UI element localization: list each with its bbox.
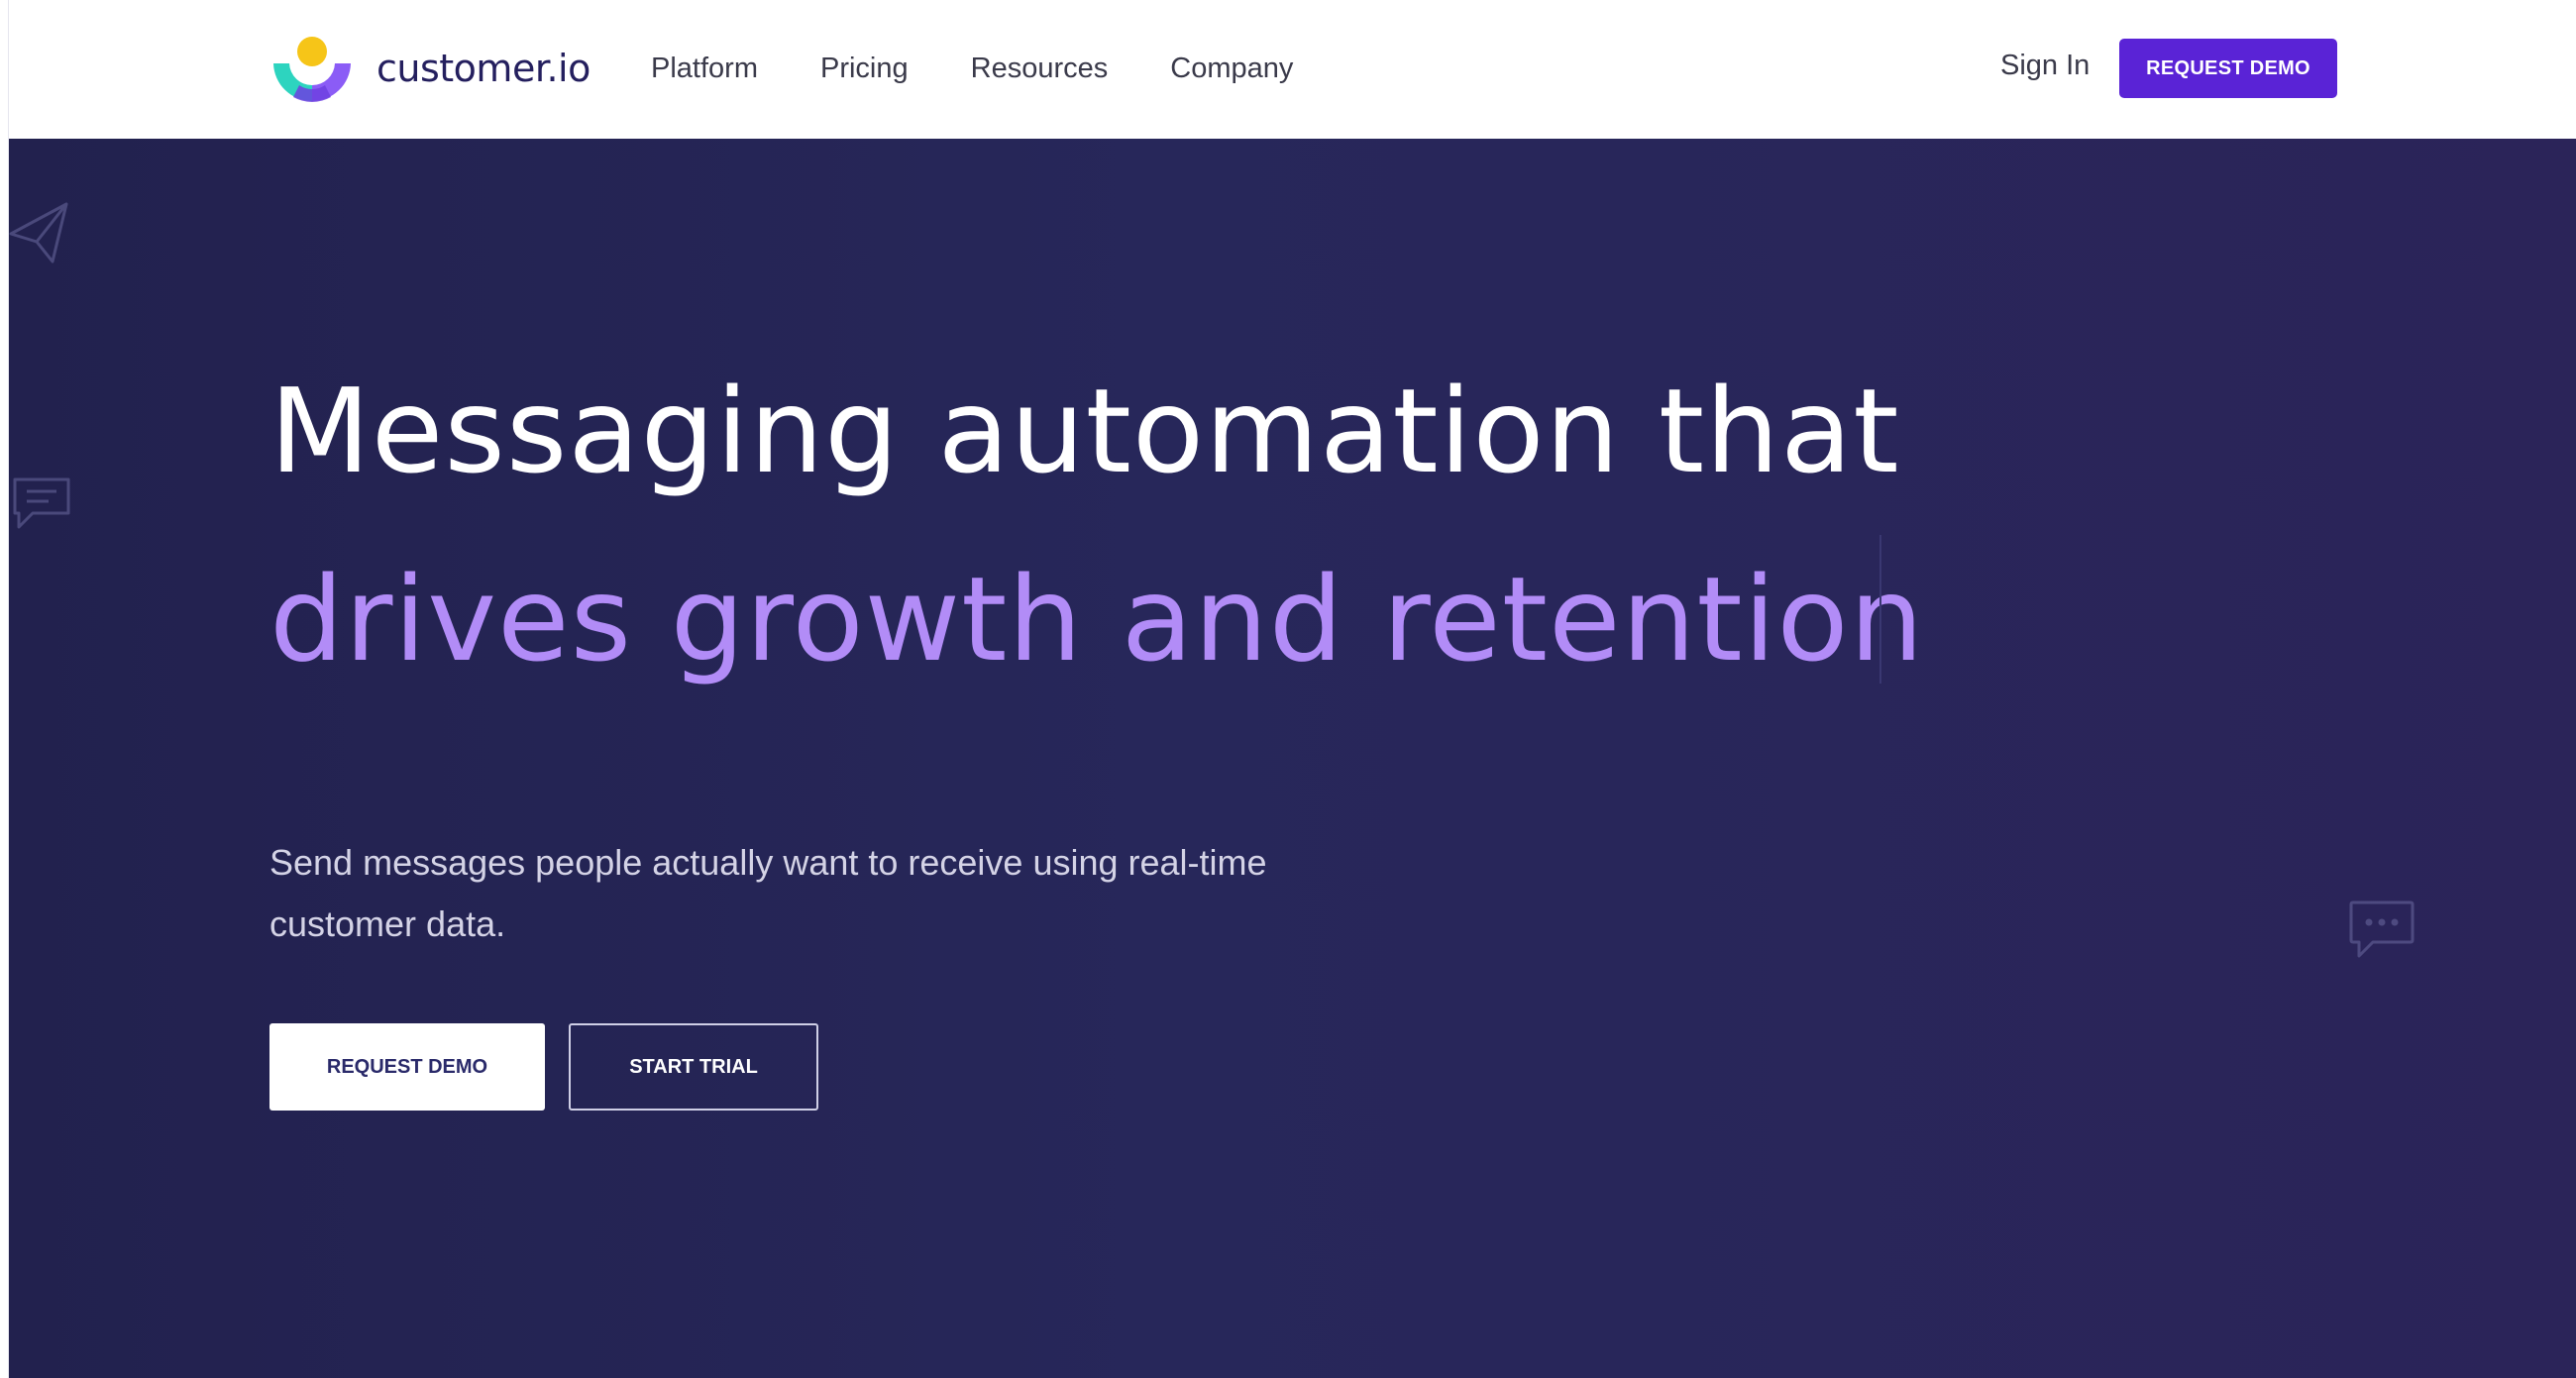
brand-name: customer.io — [376, 47, 590, 90]
sign-in-link[interactable]: Sign In — [2000, 50, 2090, 82]
nav-link-pricing[interactable]: Pricing — [820, 53, 909, 85]
hero-subtext: Send messages people actually want to re… — [269, 842, 1267, 944]
hero-section: Messaging automation that drives growth … — [9, 139, 2576, 1378]
nav-request-demo-button[interactable]: REQUEST DEMO — [2119, 39, 2337, 98]
paper-plane-icon — [9, 202, 68, 264]
hero-cta-group: REQUEST DEMO START TRIAL — [269, 1023, 818, 1111]
customerio-logo-icon — [273, 37, 351, 102]
typing-caret — [1879, 535, 1881, 684]
browser-viewport: customer.io Platform Pricing Resources C… — [8, 0, 2576, 1378]
chat-bubble-icon — [13, 477, 70, 529]
nav-link-platform[interactable]: Platform — [651, 53, 758, 85]
headline-line-2-accent: drives growth and retention — [269, 551, 1925, 688]
top-navbar: customer.io Platform Pricing Resources C… — [9, 0, 2576, 139]
chat-dots-icon — [2349, 901, 2415, 958]
primary-nav: Platform Pricing Resources Company — [651, 44, 1293, 93]
headline-line-1: Messaging automation that — [269, 363, 1900, 499]
brand-logo[interactable]: customer.io — [269, 34, 590, 103]
hero-request-demo-button[interactable]: REQUEST DEMO — [269, 1023, 545, 1111]
hero-headline: Messaging automation that drives growth … — [269, 337, 2053, 713]
nav-link-resources[interactable]: Resources — [971, 53, 1109, 85]
hero-start-trial-button[interactable]: START TRIAL — [569, 1023, 818, 1111]
nav-link-company[interactable]: Company — [1170, 53, 1293, 85]
